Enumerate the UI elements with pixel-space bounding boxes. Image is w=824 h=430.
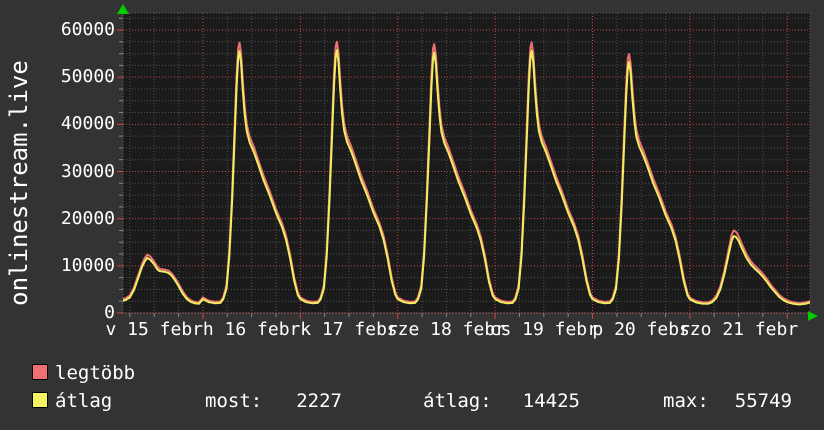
- x-tick-label: szo 21 febr: [678, 319, 799, 340]
- legend-row-avg: átlag most: 2227 átlag: 14425 max: 55749: [0, 390, 824, 412]
- legend-swatch-avg: [32, 392, 48, 408]
- legend-label-avg: átlag: [55, 390, 113, 412]
- y-tick-label: 60000: [60, 19, 115, 40]
- x-tick-label: h 16 febr: [202, 319, 301, 340]
- legend-swatch-max: [32, 364, 48, 380]
- legend-label-max: legtöbb: [55, 362, 136, 384]
- x-tick-label: sze 18 febr: [386, 319, 507, 340]
- y-tick-label: 50000: [60, 66, 115, 88]
- x-tick-label: cs 19 febr: [489, 319, 598, 340]
- legend-row-max: legtöbb: [0, 362, 824, 384]
- y-tick-label: 10000: [60, 254, 115, 276]
- rrd-graph: onlinestream.live 0 10000 20000 30000 40000 5…: [0, 0, 824, 430]
- y-tick-label: 0: [104, 302, 115, 323]
- stat-atlag-value: 14425: [522, 390, 580, 412]
- stat-max-value: 55749: [734, 390, 792, 412]
- y-tick-label: 30000: [60, 160, 115, 182]
- stat-most-value: 2227: [296, 390, 342, 412]
- y-tick-label: 40000: [60, 113, 115, 135]
- x-tick-label: p 20 febr: [592, 319, 690, 340]
- x-tick-label: k 17 febr: [300, 319, 398, 340]
- x-tick-label: v 15 febr: [105, 319, 204, 340]
- y-tick-label: 20000: [60, 207, 115, 229]
